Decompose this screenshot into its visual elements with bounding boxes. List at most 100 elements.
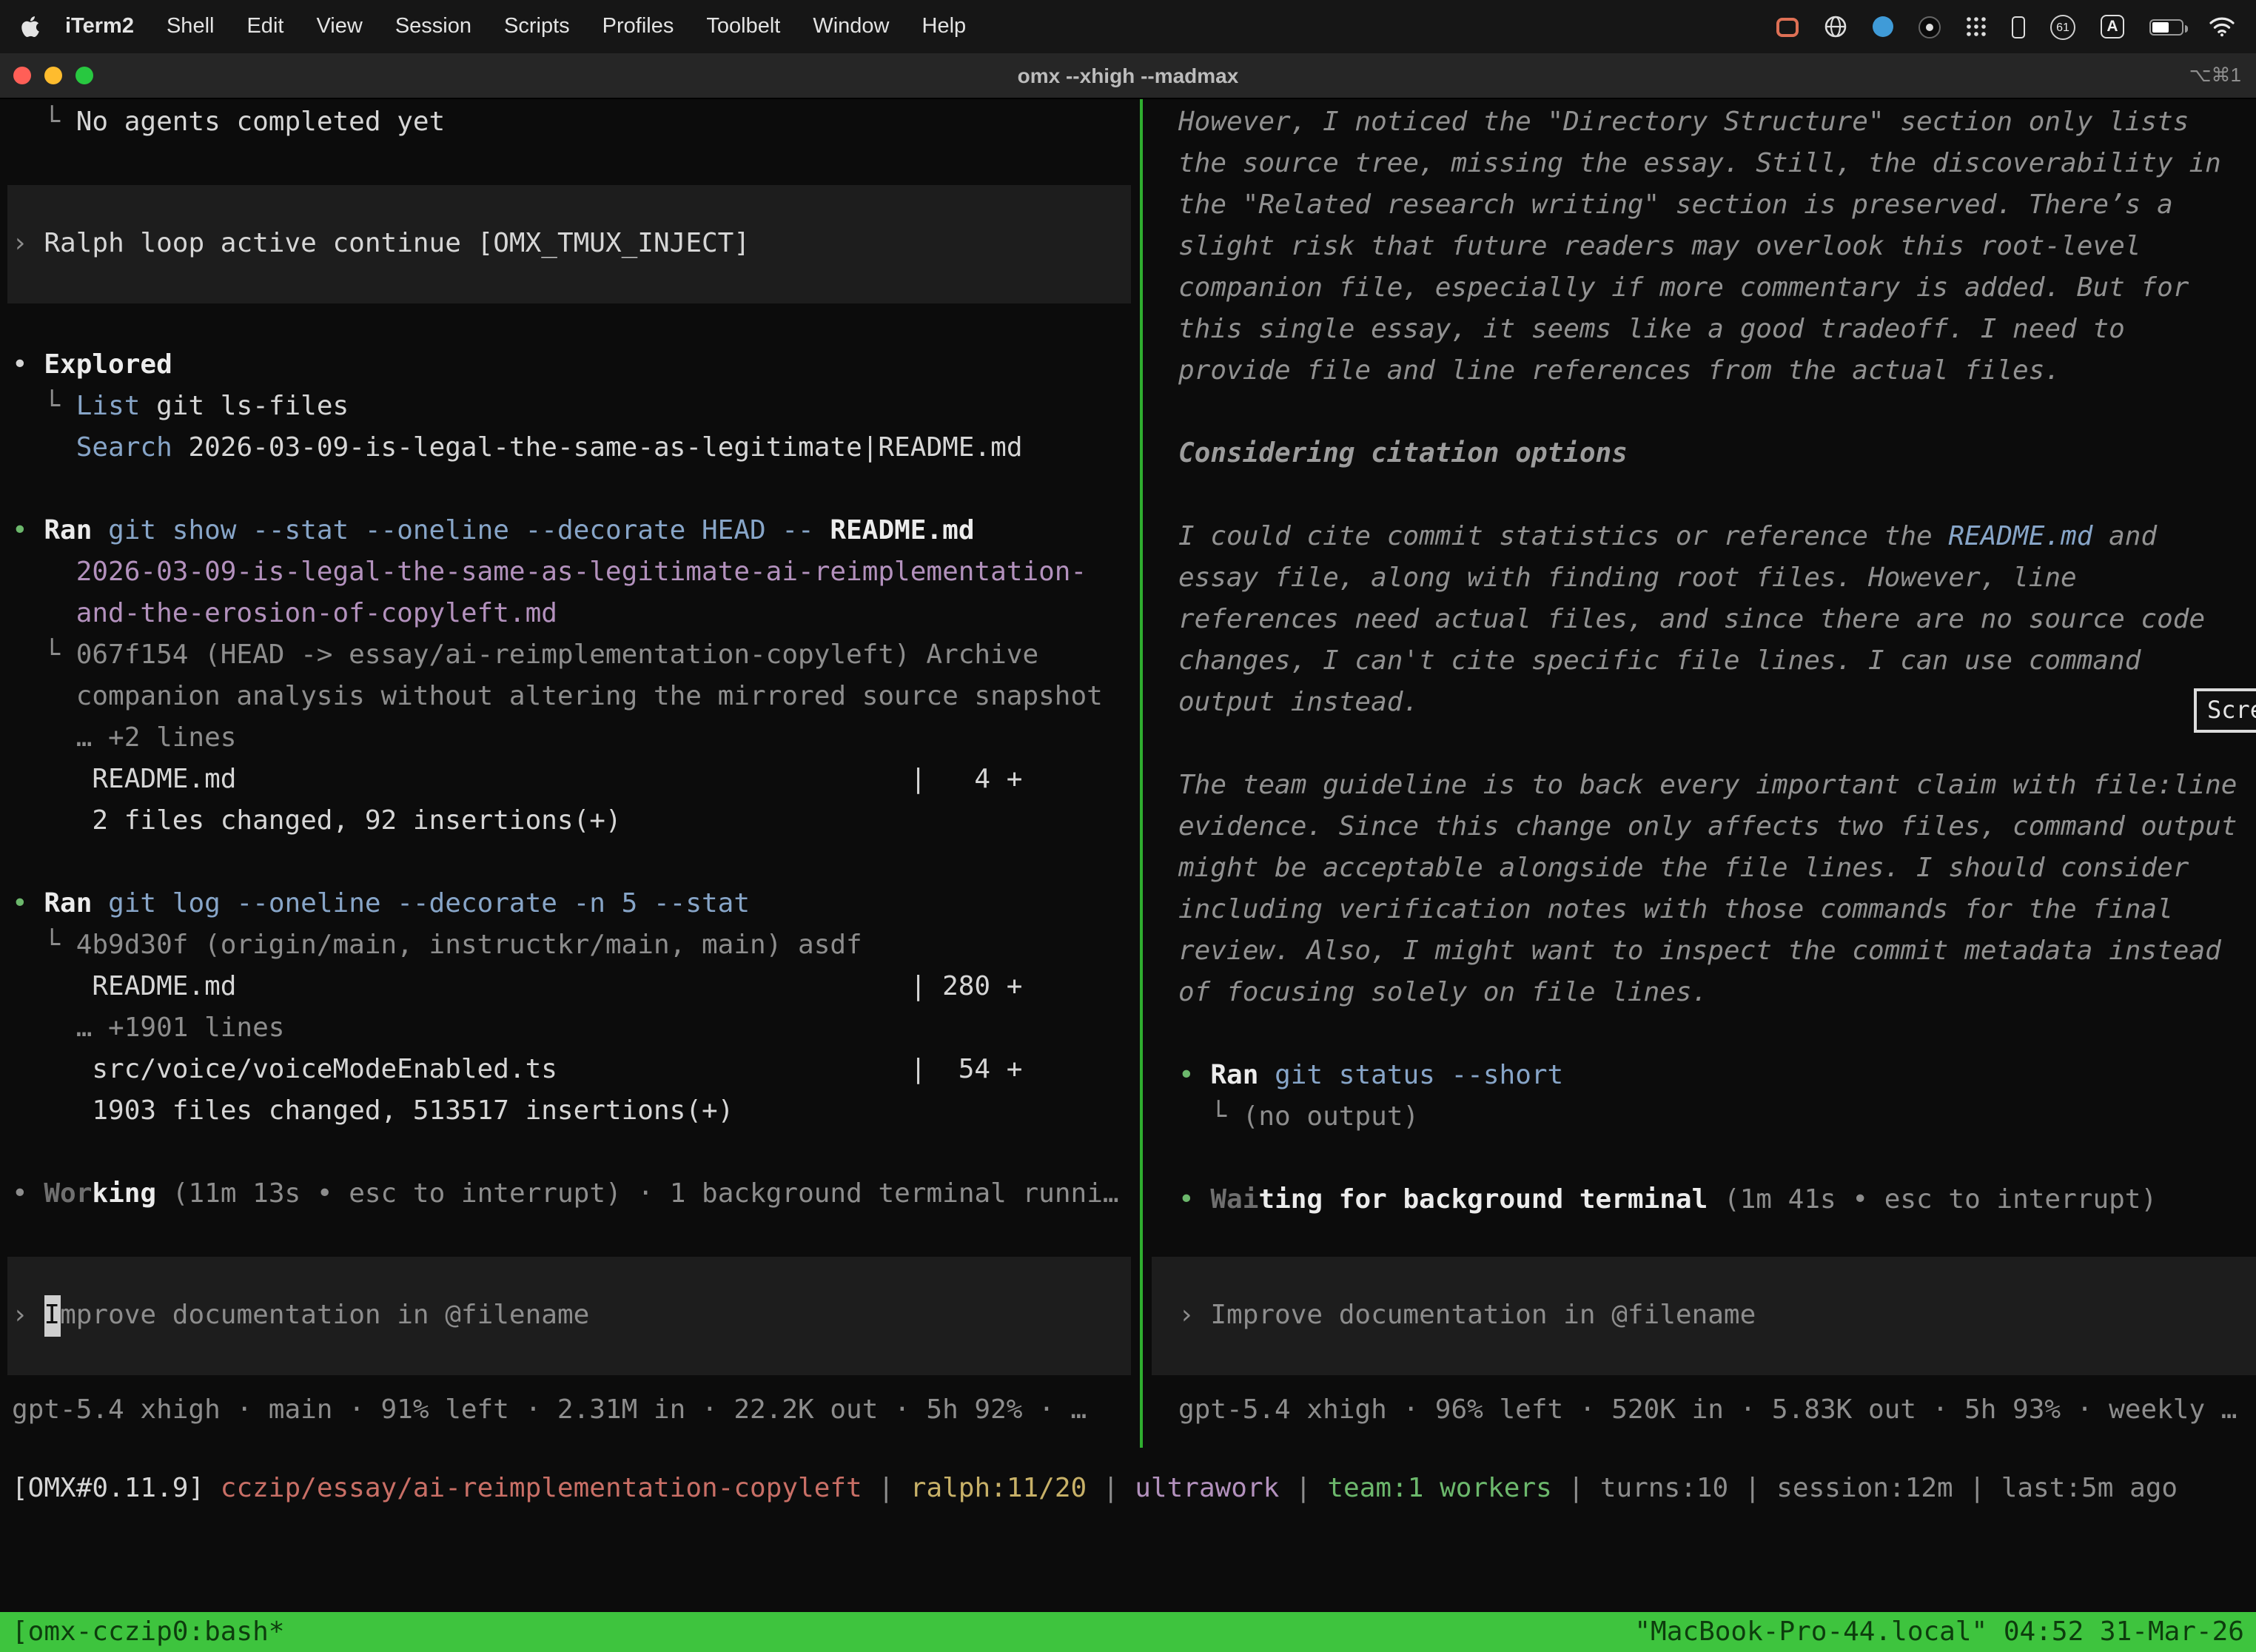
text-segment: • xyxy=(12,1178,44,1209)
text-segment: king xyxy=(92,1178,156,1209)
session-status-right: gpt-5.4 xhigh · 96% left · 520K in · 5.8… xyxy=(1178,1390,2237,1431)
terminal-line: 1903 files changed, 513517 insertions(+) xyxy=(0,1091,1140,1132)
text-segment: of focusing solely on file lines. xyxy=(1178,977,1708,1008)
battery-percentage-icon[interactable]: 61 xyxy=(2050,14,2075,39)
blank-line xyxy=(0,144,1140,185)
terminal-line: … +1901 lines xyxy=(0,1008,1140,1050)
blank-line xyxy=(1152,1138,2256,1180)
menu-item-view[interactable]: View xyxy=(300,15,378,38)
dark-app-icon[interactable] xyxy=(1918,16,1941,38)
text-segment: README.md xyxy=(814,515,975,546)
text-segment: › xyxy=(12,1295,44,1337)
macos-menu-bar: iTerm2ShellEditViewSessionScriptsProfile… xyxy=(0,0,2256,53)
terminal-line: provide file and line references from th… xyxy=(1152,351,2256,392)
blue-app-icon[interactable] xyxy=(1873,16,1893,37)
terminal-line: references need actual files, and since … xyxy=(1152,600,2256,641)
terminal-line: of focusing solely on file lines. xyxy=(1152,973,2256,1014)
blank-line xyxy=(1152,392,2256,434)
device-icon[interactable] xyxy=(2012,16,2025,38)
text-segment: └ (no output) xyxy=(1178,1101,1419,1132)
text-segment: git status --short xyxy=(1258,1060,1563,1091)
pane-divider[interactable] xyxy=(1140,99,1143,1448)
screen-recording-indicator-icon[interactable] xyxy=(1776,17,1799,36)
text-segment: including verification notes with those … xyxy=(1178,894,2173,925)
wifi-icon[interactable] xyxy=(2209,16,2235,37)
terminal-line: 2026-03-09-is-legal-the-same-as-legitima… xyxy=(0,552,1140,594)
dots-grid-icon[interactable] xyxy=(1966,16,1987,37)
menu-item-iterm2[interactable]: iTerm2 xyxy=(49,15,150,38)
text-segment xyxy=(12,432,76,463)
text-segment: 2026-03-09-is-legal-the-same-as-legitima… xyxy=(172,432,1023,463)
text-segment: | xyxy=(862,1473,910,1504)
blank-line xyxy=(0,469,1140,511)
terminal-line: • Waiting for background terminal (1m 41… xyxy=(1152,1180,2256,1221)
menu-item-toolbelt[interactable]: Toolbelt xyxy=(690,15,796,38)
terminal-line: slight risk that future readers may over… xyxy=(1152,226,2256,268)
menubar-status-area: 61 A xyxy=(1776,14,2235,39)
terminal-line: … +2 lines xyxy=(0,718,1140,759)
terminal-line: the source tree, missing the essay. Stil… xyxy=(1152,144,2256,185)
terminal-line: review. Also, I might want to inspect th… xyxy=(1152,931,2256,973)
text-segment: this single essay, it seems like a good … xyxy=(1178,314,2125,345)
text-segment: git ls-files xyxy=(140,391,349,422)
prompt-input-left[interactable]: › Improve documentation in @filename xyxy=(7,1257,1131,1375)
tmux-session-info: [omx-cczip0:bash* xyxy=(12,1616,284,1648)
text-segment: essay file, along with finding root file… xyxy=(1178,563,2077,594)
terminal-line: essay file, along with finding root file… xyxy=(1152,558,2256,600)
text-segment: evidence. Since this change only affects… xyxy=(1178,811,2237,842)
text-segment: and xyxy=(2092,521,2157,552)
terminal-line: might be acceptable alongside the file l… xyxy=(1152,848,2256,890)
text-segment: Considering citation options xyxy=(1178,438,1628,469)
text-segment: Ran xyxy=(44,888,92,919)
terminal-line: the "Related research writing" section i… xyxy=(1152,185,2256,226)
terminal-pane-right[interactable]: However, I noticed the "Directory Struct… xyxy=(1152,99,2256,1448)
text-segment: companion file, especially if more comme… xyxy=(1178,272,2189,303)
terminal-pane-left[interactable]: └ No agents completed yet › Ralph loop ac… xyxy=(0,99,1140,1448)
text-segment: output instead. xyxy=(1178,687,1419,718)
text-segment: 1903 files changed, 513517 insertions(+) xyxy=(12,1095,733,1126)
menu-item-help[interactable]: Help xyxy=(906,15,983,38)
text-segment: README.md xyxy=(1948,521,2092,552)
terminal-line: output instead. xyxy=(1152,682,2256,724)
text-segment: › Improve documentation in @filename xyxy=(1178,1295,1756,1337)
blank-line xyxy=(1152,724,2256,765)
text-segment: review. Also, I might want to inspect th… xyxy=(1178,936,2221,967)
text-segment: I xyxy=(44,1295,60,1337)
menu-item-session[interactable]: Session xyxy=(379,15,488,38)
text-segment: companion analysis without altering the … xyxy=(12,681,1103,712)
terminal-line: └ No agents completed yet xyxy=(0,102,1140,144)
terminal-line: companion analysis without altering the … xyxy=(0,676,1140,718)
terminal-line: this single essay, it seems like a good … xyxy=(1152,309,2256,351)
text-segment: └ 4b9d30f (origin/main, instructkr/main,… xyxy=(12,930,862,961)
text-segment: 2 files changed, 92 insertions(+) xyxy=(12,805,622,836)
battery-icon[interactable] xyxy=(2149,19,2183,35)
menu-item-shell[interactable]: Shell xyxy=(150,15,231,38)
battery-level xyxy=(2152,21,2169,32)
terminal-line: • Ran git log --oneline --decorate -n 5 … xyxy=(0,884,1140,925)
text-segment: (11m 13s • esc to interrupt) · 1 backgro… xyxy=(156,1178,1118,1209)
terminal-line: └ 4b9d30f (origin/main, instructkr/main,… xyxy=(0,925,1140,967)
text-segment: ultrawork xyxy=(1135,1473,1279,1504)
menu-item-edit[interactable]: Edit xyxy=(230,15,300,38)
text-segment: • xyxy=(12,515,44,546)
text-segment: the source tree, missing the essay. Stil… xyxy=(1178,148,2221,179)
menu-item-window[interactable]: Window xyxy=(796,15,905,38)
apple-menu-icon[interactable] xyxy=(21,15,49,38)
globe-icon[interactable] xyxy=(1824,15,1847,38)
terminal-line: • Ran git status --short xyxy=(1152,1055,2256,1097)
text-segment: Wai xyxy=(1210,1184,1258,1215)
terminal-line: › Ralph loop active continue [OMX_TMUX_I… xyxy=(7,224,750,265)
menu-item-profiles[interactable]: Profiles xyxy=(586,15,691,38)
blank-line xyxy=(1152,1014,2256,1055)
blank-line xyxy=(0,303,1140,345)
notification-overlay: Scre xyxy=(2194,688,2256,733)
text-segment: Wor xyxy=(44,1178,92,1209)
terminal-line: evidence. Since this change only affects… xyxy=(1152,807,2256,848)
text-segment: git log --oneline --decorate -n 5 --stat xyxy=(92,888,750,919)
terminal-output: However, I noticed the "Directory Struct… xyxy=(1152,99,2256,1221)
input-source-icon[interactable]: A xyxy=(2101,15,2124,38)
omx-status-bar: [OMX#0.11.9] cczip/essay/ai-reimplementa… xyxy=(12,1468,2178,1510)
prompt-input-right[interactable]: › Improve documentation in @filename xyxy=(1152,1257,2256,1375)
terminal-line: └ (no output) xyxy=(1152,1097,2256,1138)
menu-item-scripts[interactable]: Scripts xyxy=(488,15,586,38)
